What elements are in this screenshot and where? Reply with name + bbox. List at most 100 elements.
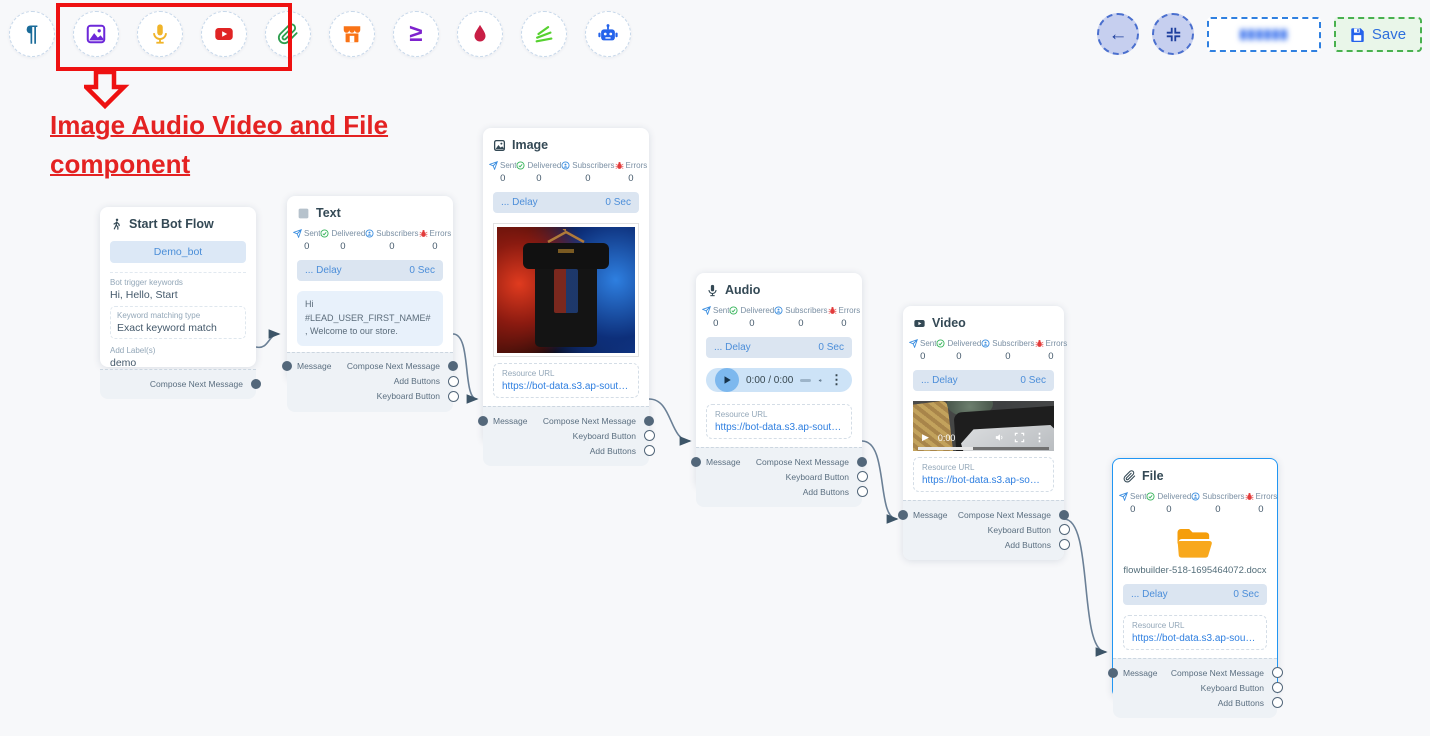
save-label: Save bbox=[1372, 26, 1406, 43]
input-port-dot[interactable] bbox=[691, 457, 701, 467]
port-row-add-buttons[interactable]: Add Buttons bbox=[913, 537, 1054, 552]
delay-setting[interactable]: ... Delay 0 Sec bbox=[493, 192, 639, 213]
image-icon bbox=[85, 23, 107, 45]
output-port-ring[interactable] bbox=[1059, 539, 1070, 550]
input-port-dot[interactable] bbox=[898, 510, 908, 520]
file-attachment[interactable] bbox=[1113, 527, 1277, 561]
volume-icon[interactable] bbox=[994, 432, 1005, 443]
node-text[interactable]: Text Sent0 Delivered0 Subscribers0 Error… bbox=[287, 196, 453, 381]
audio-player[interactable]: 0:00 / 0:00 ⋮ bbox=[706, 368, 852, 392]
delay-setting[interactable]: ... Delay 0 Sec bbox=[1123, 584, 1267, 605]
robot-icon bbox=[597, 23, 619, 45]
toolbar-condition-button[interactable]: ≥ bbox=[393, 11, 439, 57]
output-port-ring[interactable] bbox=[1272, 667, 1283, 678]
toolbar-audio-button[interactable] bbox=[137, 11, 183, 57]
port-row-keyboard-button[interactable]: Keyboard Button bbox=[493, 428, 639, 443]
play-icon bbox=[722, 375, 732, 385]
toolbar-store-button[interactable] bbox=[329, 11, 375, 57]
output-port-dot[interactable] bbox=[251, 379, 261, 389]
subscribers-icon bbox=[1191, 492, 1200, 501]
output-port-ring[interactable] bbox=[857, 471, 868, 482]
bot-name-button[interactable]: Demo_bot bbox=[110, 241, 246, 263]
port-row-keyboard-button[interactable]: Keyboard Button bbox=[706, 469, 852, 484]
port-row-compose[interactable]: Message Compose Next Message bbox=[913, 507, 1054, 522]
resource-url-link[interactable]: https://bot-data.s3.ap-southeast-1.wasab… bbox=[1132, 633, 1258, 644]
input-port-dot[interactable] bbox=[282, 361, 292, 371]
blurred-label: ▮▮▮▮▮▮ bbox=[1240, 26, 1289, 42]
flow-canvas[interactable]: ¶ ≥ Image Audio Video and File compon bbox=[0, 0, 1430, 736]
output-port-ring[interactable] bbox=[1059, 524, 1070, 535]
toolbar-drip-button[interactable] bbox=[457, 11, 503, 57]
node-footer: Message Compose Next Message Add Buttons… bbox=[287, 352, 453, 412]
image-attachment[interactable] bbox=[493, 223, 639, 357]
video-menu-icon[interactable]: ⋮ bbox=[1034, 431, 1045, 444]
output-port-ring[interactable] bbox=[644, 445, 655, 456]
output-port-ring[interactable] bbox=[448, 376, 459, 387]
delay-setting[interactable]: ... Delay 0 Sec bbox=[706, 337, 852, 358]
output-port-ring[interactable] bbox=[1272, 682, 1283, 693]
output-port-ring[interactable] bbox=[644, 430, 655, 441]
audio-menu-icon[interactable]: ⋮ bbox=[830, 372, 843, 388]
output-port-dot[interactable] bbox=[448, 361, 458, 371]
output-port-ring[interactable] bbox=[857, 486, 868, 497]
node-file[interactable]: File Sent0 Delivered0 Subscribers0 Error… bbox=[1112, 458, 1278, 698]
port-row-add-buttons[interactable]: Add Buttons bbox=[706, 484, 852, 499]
keyword-matching-field[interactable]: Keyword matching type Exact keyword matc… bbox=[110, 306, 246, 339]
toolbar-file-button[interactable] bbox=[265, 11, 311, 57]
back-button[interactable]: ← bbox=[1097, 13, 1139, 55]
output-port-ring[interactable] bbox=[1272, 697, 1283, 708]
node-image[interactable]: Image Sent0 Delivered0 Subscribers0 Erro… bbox=[483, 128, 649, 443]
port-row-keyboard-button[interactable]: Keyboard Button bbox=[297, 389, 443, 404]
delay-setting[interactable]: ... Delay 0 Sec bbox=[297, 260, 443, 281]
port-row-compose[interactable]: Message Compose Next Message bbox=[1123, 665, 1267, 680]
video-progress-bar[interactable] bbox=[918, 447, 1049, 450]
port-compose-next-message[interactable]: Compose Next Message bbox=[110, 376, 246, 391]
fit-view-button[interactable] bbox=[1152, 13, 1194, 55]
node-start-bot-flow[interactable]: Start Bot Flow Demo_bot Bot trigger keyw… bbox=[100, 207, 256, 367]
port-row-compose[interactable]: Message Compose Next Message bbox=[297, 359, 443, 374]
toolbar-bot-button[interactable] bbox=[585, 11, 631, 57]
port-row-keyboard-button[interactable]: Keyboard Button bbox=[1123, 680, 1267, 695]
node-video[interactable]: Video Sent0 Delivered0 Subscribers0 Erro… bbox=[903, 306, 1064, 560]
toolbar-video-button[interactable] bbox=[201, 11, 247, 57]
delay-setting[interactable]: ... Delay 0 Sec bbox=[913, 370, 1054, 391]
toolbar-text-button[interactable]: ¶ bbox=[9, 11, 55, 57]
save-button[interactable]: Save bbox=[1334, 17, 1422, 52]
node-header: Video bbox=[903, 306, 1064, 336]
play-button[interactable] bbox=[715, 368, 739, 392]
resource-url-box: Resource URL https://bot-data.s3.ap-sout… bbox=[913, 457, 1054, 492]
message-preview[interactable]: Hi #LEAD_USER_FIRST_NAME# , Welcome to o… bbox=[297, 291, 443, 346]
fullscreen-icon[interactable] bbox=[1014, 432, 1025, 443]
video-icon bbox=[913, 317, 926, 330]
delivered-icon bbox=[936, 339, 945, 348]
output-port-dot[interactable] bbox=[1059, 510, 1069, 520]
walking-person-icon bbox=[110, 218, 123, 231]
play-icon[interactable]: ▶ bbox=[922, 433, 929, 442]
output-port-dot[interactable] bbox=[644, 416, 654, 426]
trigger-keywords-field[interactable]: Bot trigger keywords Hi, Hello, Start bbox=[110, 272, 246, 301]
add-labels-field[interactable]: Add Label(s) demo bbox=[110, 341, 246, 369]
port-row-add-buttons[interactable]: Add Buttons bbox=[493, 443, 639, 458]
storefront-icon bbox=[341, 23, 363, 45]
toolbar-image-button[interactable] bbox=[73, 11, 119, 57]
port-row-compose[interactable]: Message Compose Next Message bbox=[706, 454, 852, 469]
port-row-compose[interactable]: Message Compose Next Message bbox=[493, 413, 639, 428]
output-port-dot[interactable] bbox=[857, 457, 867, 467]
video-player[interactable]: ▶ 0:00 ⋮ bbox=[913, 401, 1054, 451]
toolbar-sequence-button[interactable] bbox=[521, 11, 567, 57]
resource-url-link[interactable]: https://bot-data.s3.ap-southeast-1.wasab… bbox=[922, 475, 1045, 486]
input-port-dot[interactable] bbox=[1108, 668, 1118, 678]
resource-url-link[interactable]: https://bot-data.s3.ap-southeast-1.wasab… bbox=[502, 381, 630, 392]
port-row-add-buttons[interactable]: Add Buttons bbox=[1123, 695, 1267, 710]
resource-url-link[interactable]: https://bot-data.s3.ap-southeast-1.wasab… bbox=[715, 422, 843, 433]
node-audio[interactable]: Audio Sent0 Delivered0 Subscribers0 Erro… bbox=[696, 273, 862, 488]
audio-progress-bar[interactable] bbox=[800, 379, 810, 382]
output-port-ring[interactable] bbox=[448, 391, 459, 402]
microphone-icon bbox=[706, 284, 719, 297]
blurred-action-button[interactable]: ▮▮▮▮▮▮ bbox=[1207, 17, 1321, 52]
volume-icon[interactable] bbox=[818, 374, 823, 387]
port-row-add-buttons[interactable]: Add Buttons bbox=[297, 374, 443, 389]
resource-url-box: Resource URL https://bot-data.s3.ap-sout… bbox=[493, 363, 639, 398]
port-row-keyboard-button[interactable]: Keyboard Button bbox=[913, 522, 1054, 537]
input-port-dot[interactable] bbox=[478, 416, 488, 426]
